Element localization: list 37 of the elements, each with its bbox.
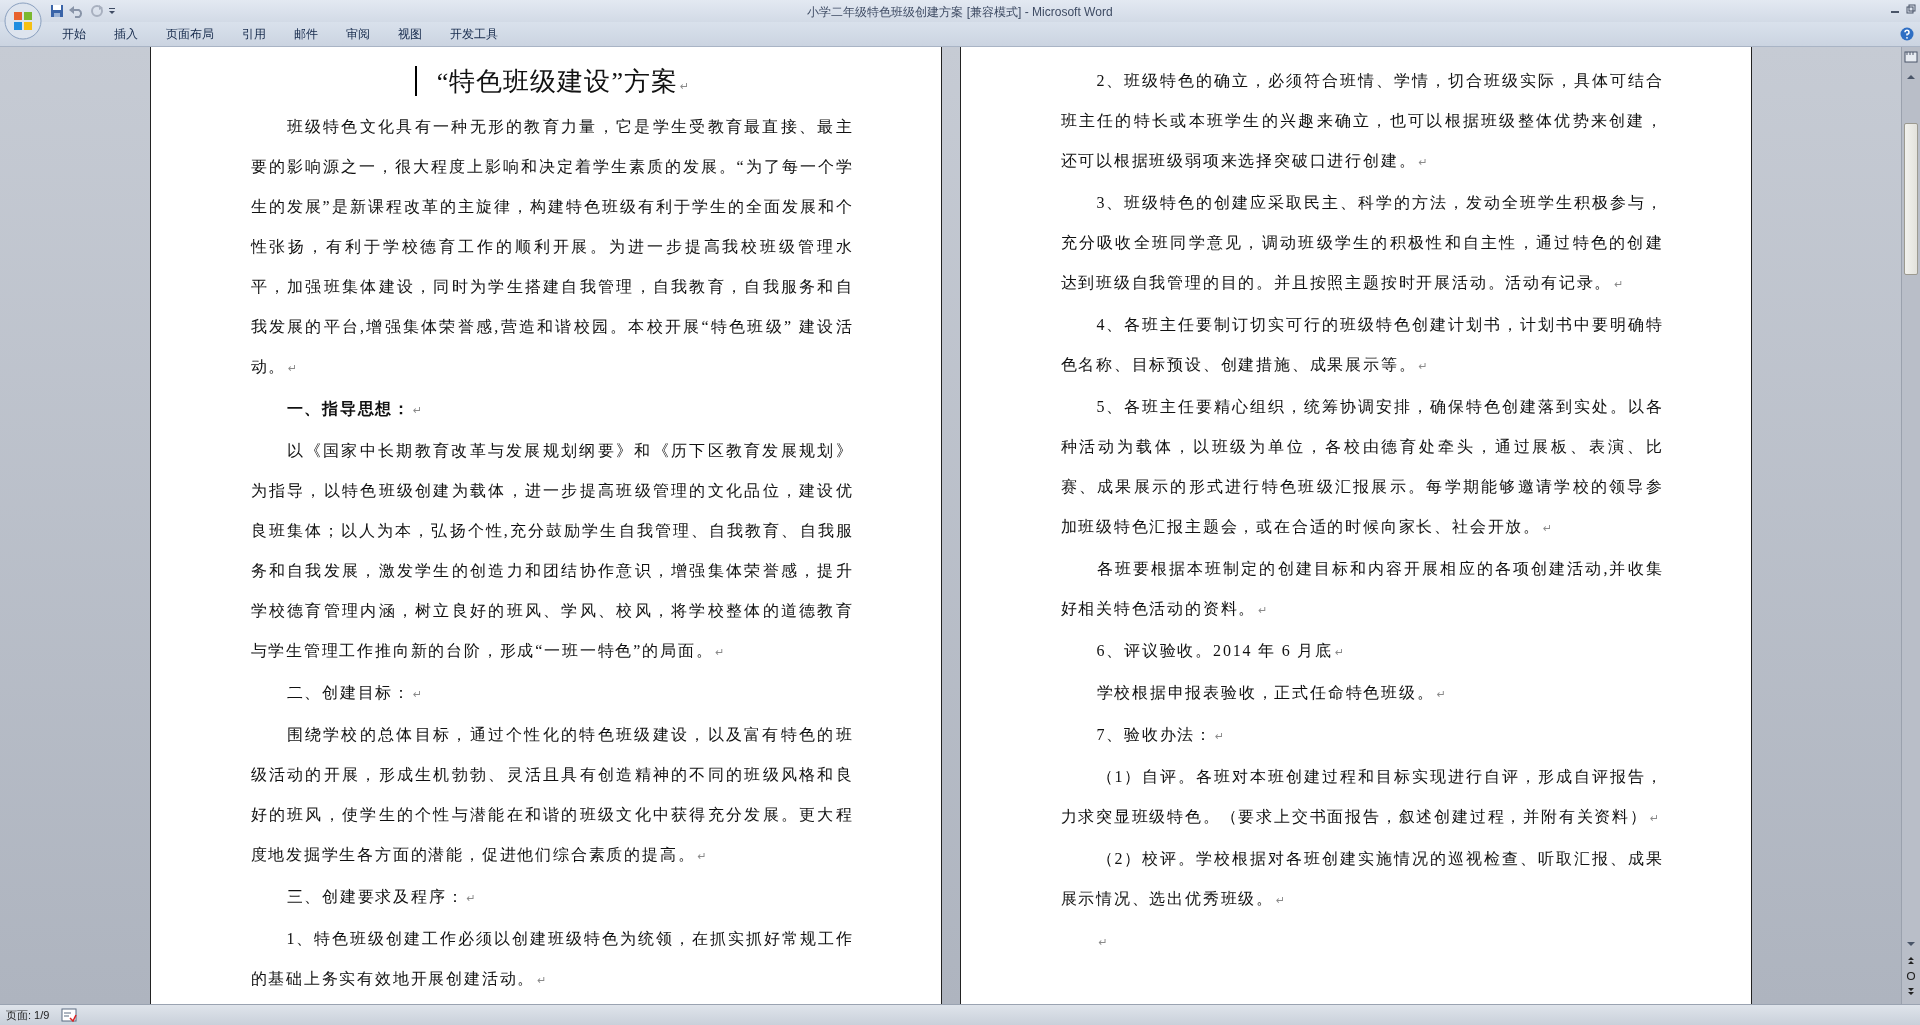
paragraph-mark: ↵ [1098, 936, 1108, 949]
paragraph: 1、特色班级创建工作必须以创建班级特色为统领，在抓实抓好常规工作的基础上务实有效地开展创建活动。↵ [250, 930, 854, 987]
ribbon-tab[interactable]: 插入 [100, 23, 152, 45]
paragraph: 4、各班主任要制订切实可行的班级特色创建计划书，计划书中要明确特色名称、目标预设、创建措施、成果展示等。↵ [1060, 316, 1664, 373]
restore-icon[interactable] [1906, 4, 1916, 14]
ribbon-tab[interactable]: 视图 [384, 23, 436, 45]
paragraph: 6、评议验收。2014 年 6 月底↵ [1096, 642, 1345, 659]
page-indicator[interactable]: 页面: 1/9 [6, 1007, 50, 1023]
scrollbar-thumb[interactable] [1904, 123, 1918, 275]
paragraph: 5、各班主任要精心组织，统筹协调安排，确保特色创建落到实处。以各种活动为载体，以班级为单位，各校由德育处牵头，通过展板、表演、比赛、成果展示的形式进行特色班级汇报展示。每学期能够邀请学校的领导参加班级特色汇报主题会，或在合适的时候向家长、社会开放。↵ [1060, 398, 1664, 535]
help-icon[interactable] [1900, 27, 1914, 41]
window-title: 小学二年级特色班级创建方案 [兼容模式] - Microsoft Word [807, 5, 1113, 19]
ribbon-tab[interactable]: 开始 [48, 23, 100, 45]
proofing-icon[interactable] [61, 1008, 78, 1022]
paragraph: 7、验收办法：↵ [1096, 726, 1225, 743]
ribbon-tab[interactable]: 开发工具 [436, 23, 512, 45]
paragraph: 学校根据申报表验收，正式任命特色班级。↵ [1096, 684, 1446, 701]
save-icon[interactable] [50, 4, 64, 18]
document-title: “特色班级建设”方案↵ [436, 67, 690, 96]
paragraph: （1）自评。各班对本班创建过程和目标实现进行自评，形成自评报告，力求突显班级特色。（要求上交书面报告，叙述创建过程，并附有关资料）↵ [1060, 768, 1664, 825]
paragraph: 三、创建要求及程序：↵ [286, 888, 476, 905]
ribbon-tab[interactable]: 邮件 [280, 23, 332, 45]
ruler-toggle-icon[interactable] [1903, 49, 1919, 65]
paragraph: 围绕学校的总体目标，通过个性化的特色班级建设，以及富有特色的班级活动的开展，形成生机勃勃、灵活且具有创造精神的不同的班级风格和良好的班风，使学生的个性与潜能在和谐的班级文化中获得充分发展。更大程度地发掘学生各方面的潜能，促进他们综合素质的提高。↵ [250, 726, 854, 863]
paragraph: 3、班级特色的创建应采取民主、科学的方法，发动全班学生积极参与，充分吸收全班同学意见，调动班级学生的积极性和自主性，通过特色的创建达到班级自我管理的目的。并且按照主题按时开展活动。活动有记录。↵ [1060, 194, 1664, 291]
paragraph: 各班要根据本班制定的创建目标和内容开展相应的各项创建活动,并收集好相关特色活动的资料。↵ [1060, 560, 1664, 617]
paragraph: 班级特色文化具有一种无形的教育力量，它是学生受教育最直接、最主要的影响源之一，很大程度上影响和决定着学生素质的发展。“为了每一个学生的发展”是新课程改革的主旋律，构建特色班级有利于学生的全面发展和个性张扬，有利于学校德育工作的顺利开展。为进一步提高我校班级管理水平，加强班集体建设，同时为学生搭建自我管理，自我教育，自我服务和自我发展的平台,增强集体荣誉感,营造和谐校园。本校开展“特色班级” 建设活动。↵ [250, 118, 854, 375]
browse-object-icon[interactable] [1904, 970, 1918, 982]
dropdown-icon[interactable] [108, 6, 116, 16]
section-heading: 一、指导思想：↵ [286, 399, 423, 418]
paragraph: （2）校评。学校根据对各班创建实施情况的巡视检查、听取汇报、成果展示情况、选出优秀班级。↵ [1060, 850, 1664, 907]
ribbon-tab[interactable]: 引用 [228, 23, 280, 45]
ribbon-tab[interactable]: 审阅 [332, 23, 384, 45]
paragraph: 以《国家中长期教育改革与发展规划纲要》和《历下区教育发展规划》为指导，以特色班级创建为载体，进一步提高班级管理的文化品位，建设优良班集体；以人为本，弘扬个性,充分鼓励学生自我管理、自我教育、自我服务和自我发展，激发学生的创造力和团结协作意识，增强集体荣誉感，提升学校德育管理内涵，树立良好的班风、学风、校风，将学校整体的道德教育与学生管理工作推向新的台阶，形成“一班一特色”的局面。↵ [250, 442, 854, 659]
paragraph: 2、班级特色的确立，必须符合班情、学情，切合班级实际，具体可结合班主任的特长或本班学生的兴趣来确立，也可以根据班级整体优势来创建，还可以根据班级弱项来选择突破口进行创建。↵ [1060, 72, 1664, 169]
ribbon-tab[interactable]: 页面布局 [152, 23, 228, 45]
paragraph: 二、创建目标：↵ [286, 684, 423, 701]
